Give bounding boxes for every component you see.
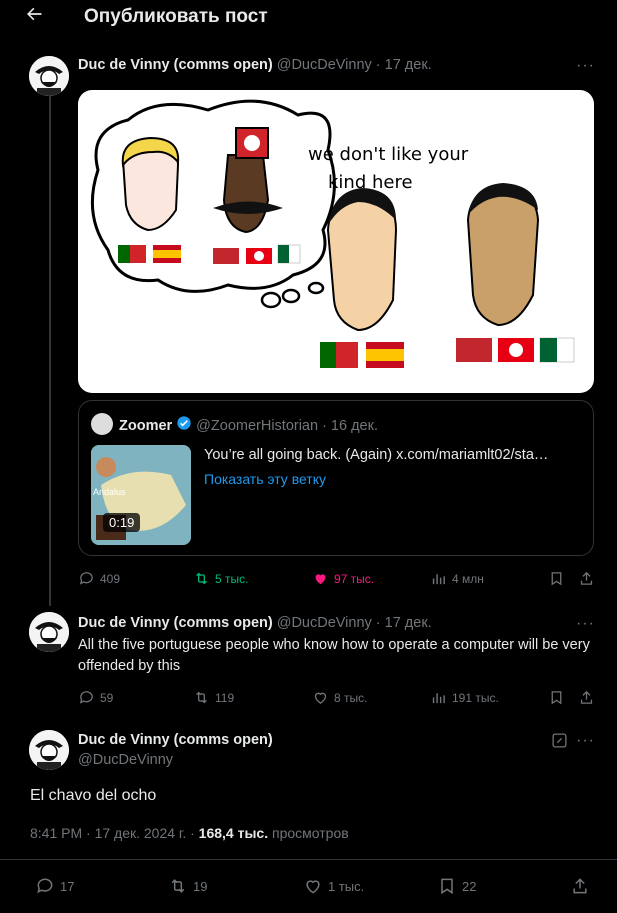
author-name[interactable]: Duc de Vinny (comms open) [78,57,273,73]
avatar[interactable] [29,730,69,770]
bookmark-icon[interactable] [548,689,565,706]
retweet-icon [196,691,207,704]
tweet2-text: All the five portuguese people who know … [78,637,590,674]
author-name[interactable]: Duc de Vinny (comms open) [78,732,273,748]
avatar[interactable] [29,612,69,652]
back-arrow-icon[interactable] [24,4,56,32]
quote-header: Zoomer @ZoomerHistorian · 16 дек. [119,415,378,436]
quote-avatar [91,413,113,435]
like-button[interactable]: 1 тыс. [303,876,364,896]
views-icon [432,693,445,704]
like-count: 8 тыс. [334,690,368,705]
reply-icon [79,572,93,585]
retweet-count: 5 тыс. [215,571,249,586]
share-icon[interactable] [578,570,595,587]
views-count: 4 млн [452,571,484,586]
author-handle[interactable]: @DucDeVinny [277,57,372,73]
edit-icon[interactable] [551,732,568,754]
retweet-count: 119 [215,690,235,705]
quote-author-name: Zoomer [119,417,173,434]
tweet1-header: Duc de Vinny (comms open) @DucDeVinny · … [78,57,432,73]
share-icon[interactable] [570,876,590,896]
views-count: 191 тыс. [452,690,499,705]
reply-icon [37,878,53,894]
meme-image[interactable]: we don't like your kind here [78,90,594,393]
reply-button[interactable]: 59 [78,689,113,706]
retweet-count: 19 [193,878,208,894]
views-button[interactable]: 4 млн [430,570,484,587]
more-icon[interactable]: ··· [576,732,595,750]
reply-count: 59 [100,690,114,705]
avatar[interactable] [29,56,69,96]
more-icon[interactable]: ··· [576,57,595,75]
reply-count: 17 [60,878,75,894]
tweet-date[interactable]: · 17 дек. [376,57,432,73]
time-text: 8:41 PM · 17 дек. 2024 г. · [30,825,199,841]
tweet2-header: Duc de Vinny (comms open) @DucDeVinny · … [78,615,432,631]
views-label: просмотров [268,825,349,841]
bookmark-count: 22 [462,878,477,894]
like-count: 97 тыс. [334,571,375,586]
tweet-date[interactable]: · 17 дек. [376,615,432,631]
reply-button[interactable]: 409 [78,570,120,587]
header: Опубликовать пост [0,0,617,36]
quote-tweet[interactable]: Zoomer @ZoomerHistorian · 16 дек. Andalu… [78,400,594,556]
reply-button[interactable]: 17 [35,876,74,896]
thumb-label: Andalus [93,487,126,497]
author-handle[interactable]: @DucDeVinny [78,752,173,768]
quote-date: · 16 дек. [322,417,378,434]
reply-count: 409 [100,571,121,586]
verified-icon [176,415,192,436]
retweet-button[interactable]: 19 [168,876,207,896]
like-button[interactable]: 8 тыс. [312,689,367,706]
view-count: 168,4 тыс. [198,825,269,841]
main-tweet-text: El chavo del ocho [30,787,157,804]
like-icon [314,692,327,704]
thread-line [49,96,51,606]
author-name[interactable]: Duc de Vinny (comms open) [78,615,273,631]
views-button[interactable]: 191 тыс. [430,689,499,706]
retweet-icon [196,572,207,585]
meme-text-2: kind here [328,172,413,193]
video-duration: 0:19 [103,513,141,532]
author-handle[interactable]: @DucDeVinny [277,615,372,631]
bookmark-button[interactable]: 22 [437,876,476,896]
quote-text: You’re all going back. (Again) x.com/mar… [204,447,549,463]
show-thread-link[interactable]: Показать эту ветку [204,471,326,487]
retweet-button[interactable]: 5 тыс. [193,570,248,587]
timestamp: 8:41 PM · 17 дек. 2024 г. · 168,4 тыс. п… [30,825,349,841]
views-icon [432,574,445,585]
reply-icon [79,691,93,704]
bookmark-icon[interactable] [548,570,565,587]
like-icon [306,880,320,894]
retweet-button[interactable]: 119 [193,689,234,706]
divider [0,859,617,860]
more-icon[interactable]: ··· [576,615,595,633]
meme-text-1: we don't like your [308,144,469,165]
like-icon [315,574,326,585]
like-count: 1 тыс. [328,878,365,894]
quote-handle: @ZoomerHistorian [196,417,319,434]
retweet-icon [171,879,185,893]
bookmark-icon [441,878,453,895]
share-icon[interactable] [578,689,595,706]
page-title: Опубликовать пост [84,6,268,27]
like-button[interactable]: 97 тыс. [312,570,374,587]
